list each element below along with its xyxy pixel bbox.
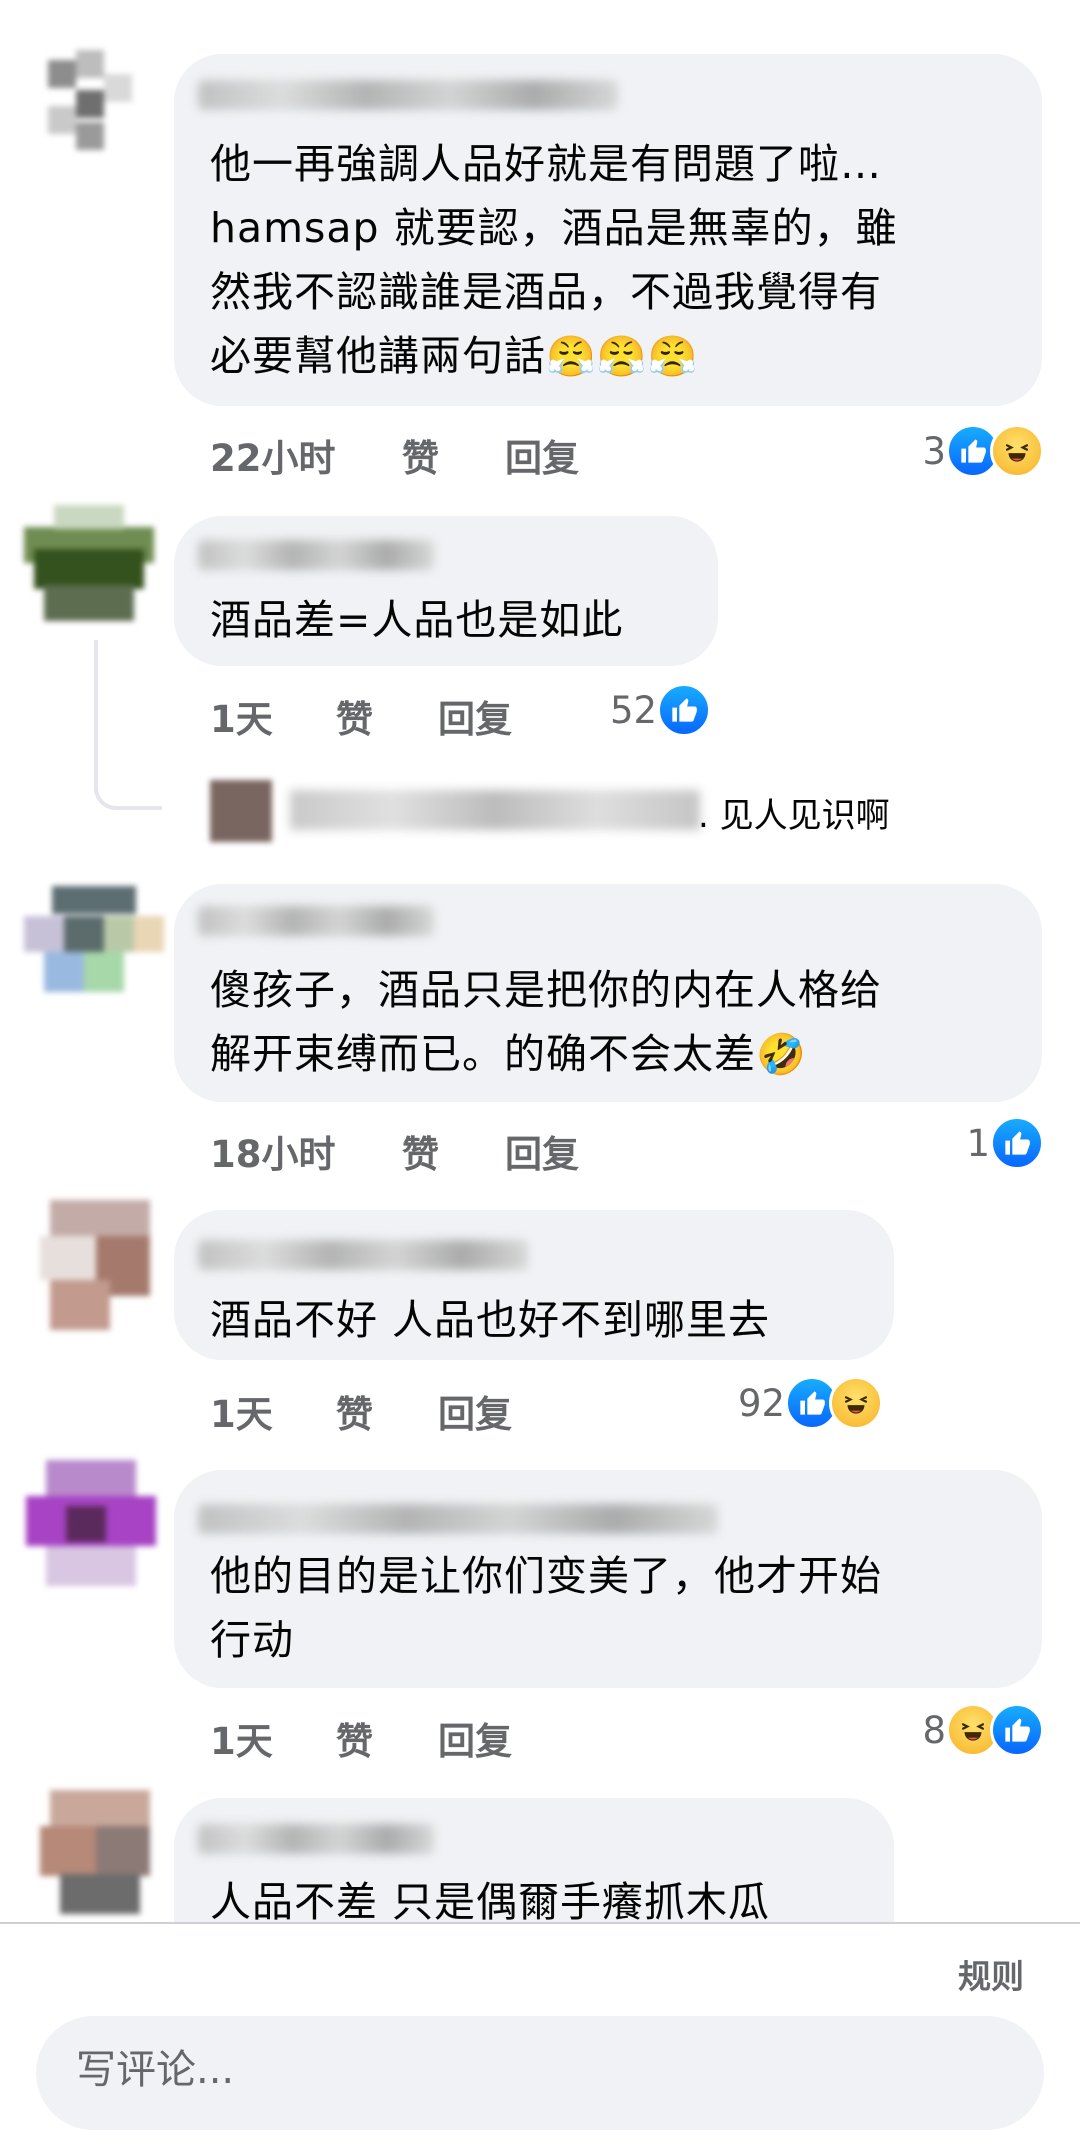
rules-link[interactable]: 规则: [958, 1950, 1024, 1998]
reaction-count: 1: [966, 1121, 990, 1165]
comment-bubble[interactable]: 酒品差=人品也是如此: [174, 516, 718, 666]
comment-bubble[interactable]: 他一再強調人品好就是有問題了啦… hamsap 就要認，酒品是無辜的，雖 然我不…: [174, 54, 1042, 406]
comment-timestamp[interactable]: 1天: [210, 1711, 273, 1765]
comment-emoji: 🤣: [756, 1032, 807, 1078]
like-button[interactable]: 赞: [402, 428, 439, 482]
reply-button[interactable]: 回复: [438, 689, 512, 743]
reaction-summary[interactable]: 92: [738, 1376, 884, 1430]
reaction-count: 52: [610, 688, 658, 732]
haha-icon: [990, 424, 1044, 478]
avatar[interactable]: [40, 50, 150, 160]
comment-text: 他的目的是让你们变美了，他才开始 行动: [210, 1552, 882, 1664]
reaction-summary[interactable]: 3: [922, 424, 1044, 478]
commenter-name[interactable]: [198, 1504, 718, 1534]
avatar[interactable]: [40, 1200, 160, 1340]
like-icon: [657, 683, 712, 737]
reply-button[interactable]: 回复: [438, 1711, 512, 1765]
comment-bubble[interactable]: 人品不差 只是偶爾手癢抓木瓜: [174, 1798, 894, 1922]
avatar[interactable]: [24, 505, 154, 630]
reaction-count: 3: [922, 429, 946, 473]
like-icon: [990, 1703, 1044, 1757]
reaction-count: 8: [922, 1708, 946, 1752]
comment-timestamp[interactable]: 1天: [210, 1384, 273, 1438]
comment-text: 人品不差 只是偶爾手癢抓木瓜: [210, 1878, 771, 1922]
commenter-name[interactable]: [198, 1240, 528, 1270]
reply-preview-text[interactable]: . 见人见识啊: [698, 788, 890, 837]
comment-composer[interactable]: [36, 2016, 1044, 2130]
avatar[interactable]: [26, 1460, 156, 1600]
reaction-count: 92: [738, 1381, 786, 1425]
comment-bubble[interactable]: 他的目的是让你们变美了，他才开始 行动: [174, 1470, 1042, 1688]
commenter-name[interactable]: [198, 906, 434, 936]
avatar[interactable]: [40, 1790, 160, 1920]
comment-emoji: 😤😤😤: [546, 334, 699, 380]
reaction-summary[interactable]: 52: [610, 683, 712, 737]
comment-text: 酒品不好 人品也好不到哪里去: [210, 1296, 771, 1344]
reply-button[interactable]: 回复: [505, 1124, 579, 1178]
comment-bubble[interactable]: 酒品不好 人品也好不到哪里去: [174, 1210, 894, 1360]
commenter-name[interactable]: [198, 80, 618, 110]
haha-icon: [829, 1376, 884, 1430]
avatar[interactable]: [24, 872, 164, 1012]
comment-text: 酒品差=人品也是如此: [210, 596, 624, 644]
reply-thread-connector: [94, 640, 162, 810]
commenter-name[interactable]: [198, 540, 434, 570]
like-button[interactable]: 赞: [402, 1124, 439, 1178]
reaction-summary[interactable]: 8: [922, 1703, 1044, 1757]
comment-timestamp[interactable]: 22小时: [210, 428, 336, 482]
comment-bubble[interactable]: 傻孩子，酒品只是把你的内在人格给 解开束缚而已。的确不会太差🤣: [174, 884, 1042, 1102]
comment-input[interactable]: [74, 2046, 978, 2094]
reply-button[interactable]: 回复: [438, 1384, 512, 1438]
comment-timestamp[interactable]: 1天: [210, 689, 273, 743]
reaction-summary[interactable]: 1: [966, 1116, 1044, 1170]
reply-avatar[interactable]: [210, 780, 272, 842]
reply-button[interactable]: 回复: [505, 428, 579, 482]
like-icon: [990, 1116, 1044, 1170]
reply-author-name[interactable]: [290, 790, 700, 830]
like-button[interactable]: 赞: [336, 689, 373, 743]
comment-timestamp[interactable]: 18小时: [210, 1124, 336, 1178]
like-button[interactable]: 赞: [336, 1384, 373, 1438]
like-button[interactable]: 赞: [336, 1711, 373, 1765]
commenter-name[interactable]: [198, 1824, 434, 1854]
